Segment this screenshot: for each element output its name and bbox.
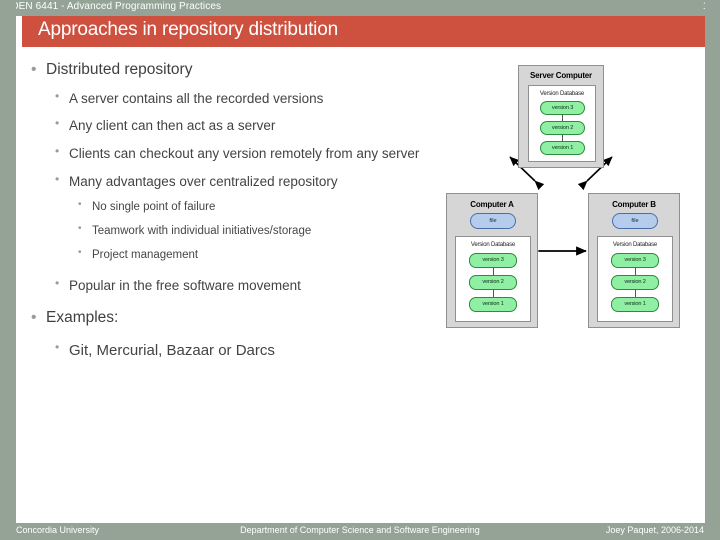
- version-node: version 1: [611, 297, 659, 312]
- version-node: version 3: [469, 253, 517, 268]
- server-computer-box: Server Computer Version Database version…: [518, 65, 604, 168]
- top-frame-bar: SOEN 6441 - Advanced Programming Practic…: [0, 0, 720, 16]
- list-item-label: Popular in the free software movement: [69, 278, 301, 294]
- server-version-database-label: Version Database: [539, 91, 585, 97]
- computer-b-title: Computer B: [612, 200, 656, 209]
- version-node: version 2: [611, 275, 659, 290]
- bullet-marker-icon: •: [31, 61, 37, 78]
- computer-a-title: Computer A: [470, 200, 514, 209]
- computer-b-box: Computer B file Version Database version…: [588, 193, 680, 328]
- course-label: SOEN 6441 - Advanced Programming Practic…: [4, 1, 222, 12]
- list-item: • Any client can then act as a server: [22, 116, 432, 136]
- right-frame-strip: [705, 0, 720, 523]
- page-title: Approaches in repository distribution: [38, 19, 338, 40]
- computer-a-version-database-label: Version Database: [470, 242, 516, 248]
- list-item-label: A server contains all the recorded versi…: [69, 90, 324, 106]
- computer-b-file-node: file: [612, 213, 658, 229]
- computer-b-version-database: Version Database version 3 version 2 ver…: [597, 236, 673, 322]
- bullet-marker-icon: •: [78, 199, 82, 211]
- list-item: • Distributed repository: [22, 60, 432, 81]
- bullet-marker-icon: •: [78, 247, 82, 259]
- bullet-marker-icon: •: [55, 171, 60, 186]
- computer-a-box: Computer A file Version Database version…: [446, 193, 538, 328]
- list-item-label: Project management: [92, 249, 199, 262]
- list-item-label: No single point of failure: [92, 201, 216, 214]
- list-item-label: Teamwork with individual initiatives/sto…: [92, 225, 312, 238]
- left-frame-strip: [0, 0, 16, 523]
- list-item-label: Many advantages over centralized reposit…: [69, 173, 338, 189]
- list-item-label: Distributed repository: [46, 61, 193, 78]
- list-item: • No single point of failure: [22, 199, 432, 215]
- list-item-label: Examples:: [46, 309, 119, 327]
- version-node: version 2: [540, 121, 585, 135]
- bullet-marker-icon: •: [55, 339, 60, 354]
- footer-bar: Concordia University Department of Compu…: [0, 523, 720, 540]
- list-item-label: Clients can checkout any version remotel…: [69, 146, 420, 162]
- list-item-label: Git, Mercurial, Bazaar or Darcs: [69, 341, 275, 359]
- version-node: version 2: [469, 275, 517, 290]
- version-node: version 1: [469, 297, 517, 312]
- list-item: • Clients can checkout any version remot…: [22, 144, 432, 164]
- computer-b-version-database-label: Version Database: [612, 242, 658, 248]
- list-item: • Project management: [22, 247, 432, 263]
- bullet-marker-icon: •: [55, 144, 60, 159]
- bullet-list: • Distributed repository • A server cont…: [22, 52, 432, 362]
- footer-right-text: Joey Paquet, 2006-2014: [605, 525, 704, 535]
- list-item: • A server contains all the recorded ver…: [22, 89, 432, 109]
- distributed-version-control-diagram: Server Computer Version Database version…: [443, 63, 693, 333]
- bullet-marker-icon: •: [78, 223, 82, 235]
- bullet-marker-icon: •: [55, 276, 60, 291]
- list-item: • Git, Mercurial, Bazaar or Darcs: [22, 340, 432, 362]
- computer-a-version-database: Version Database version 3 version 2 ver…: [455, 236, 531, 322]
- list-item: • Examples:: [22, 308, 432, 329]
- bullet-marker-icon: •: [31, 309, 37, 327]
- slide-canvas: SOEN 6441 - Advanced Programming Practic…: [0, 0, 720, 540]
- footer-divider: [16, 521, 705, 522]
- list-item: • Teamwork with individual initiatives/s…: [22, 223, 432, 239]
- list-item: • Popular in the free software movement: [22, 276, 432, 296]
- slide-title-bar: Approaches in repository distribution: [22, 16, 705, 47]
- bullet-marker-icon: •: [55, 88, 60, 103]
- server-computer-title: Server Computer: [530, 71, 592, 80]
- computer-a-file-node: file: [470, 213, 516, 229]
- list-item: • Many advantages over centralized repos…: [22, 172, 432, 192]
- server-version-database: Version Database version 3 version 2 ver…: [528, 85, 596, 162]
- bullet-marker-icon: •: [55, 116, 60, 131]
- list-item-label: Any client can then act as a server: [69, 118, 276, 134]
- version-node: version 1: [540, 141, 585, 155]
- version-node: version 3: [540, 101, 585, 115]
- version-node: version 3: [611, 253, 659, 268]
